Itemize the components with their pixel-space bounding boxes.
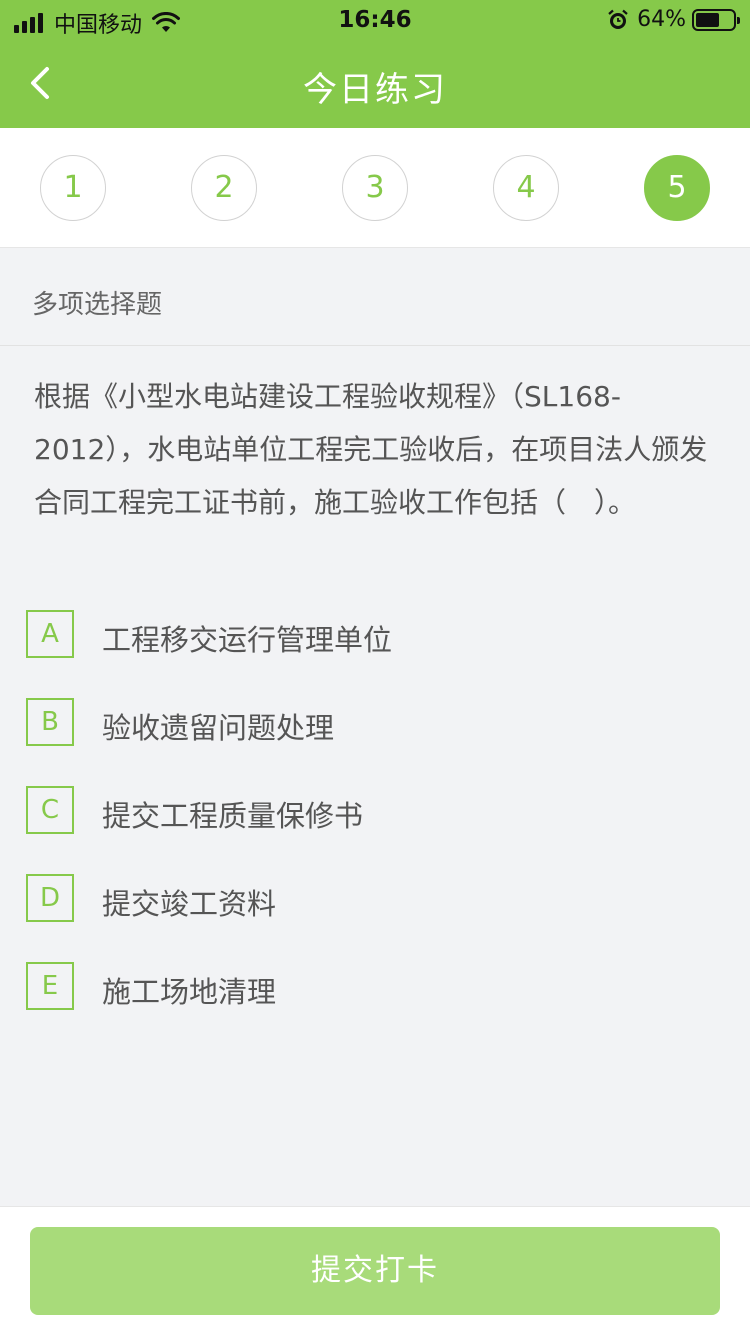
option-b[interactable]: B 验收遗留问题处理: [26, 698, 726, 786]
option-letter: D: [26, 874, 74, 922]
question-type-bar: 多项选择题: [0, 248, 750, 346]
footer: 提交打卡: [0, 1206, 750, 1334]
option-letter: B: [26, 698, 74, 746]
submit-checkin-button[interactable]: 提交打卡: [30, 1227, 720, 1315]
options-list: A 工程移交运行管理单位 B 验收遗留问题处理 C 提交工程质量保修书 D 提交…: [26, 610, 726, 1050]
option-e[interactable]: E 施工场地清理: [26, 962, 726, 1050]
option-text: 验收遗留问题处理: [102, 711, 335, 745]
step-3-button[interactable]: 3: [342, 155, 408, 221]
battery-percent: 64%: [637, 7, 686, 32]
option-text: 提交竣工资料: [102, 887, 277, 921]
option-text: 工程移交运行管理单位: [102, 623, 393, 657]
option-d[interactable]: D 提交竣工资料: [26, 874, 726, 962]
battery-icon: [692, 8, 740, 31]
option-letter: A: [26, 610, 74, 658]
option-letter: E: [26, 962, 74, 1010]
step-2-button[interactable]: 2: [191, 155, 257, 221]
step-1-button[interactable]: 1: [40, 155, 106, 221]
option-c[interactable]: C 提交工程质量保修书: [26, 786, 726, 874]
nav-bar: 今日练习: [0, 40, 750, 128]
question-type: 多项选择题: [32, 290, 163, 320]
option-text: 施工场地清理: [102, 975, 277, 1009]
question-text: 根据《小型水电站建设工程验收规程》（SL168-2012），水电站单位工程完工验…: [34, 380, 708, 519]
header: 中国移动 16:46 64% 今日练习: [0, 0, 750, 128]
option-text: 提交工程质量保修书: [102, 799, 364, 833]
option-a[interactable]: A 工程移交运行管理单位: [26, 610, 726, 698]
status-bar: 中国移动 16:46 64%: [0, 0, 750, 40]
step-4-button[interactable]: 4: [493, 155, 559, 221]
page-title: 今日练习: [303, 70, 447, 110]
step-5-button[interactable]: 5: [644, 155, 710, 221]
alarm-icon: [608, 9, 628, 29]
option-letter: C: [26, 786, 74, 834]
question-stepper: 1 2 3 4 5: [0, 128, 750, 248]
